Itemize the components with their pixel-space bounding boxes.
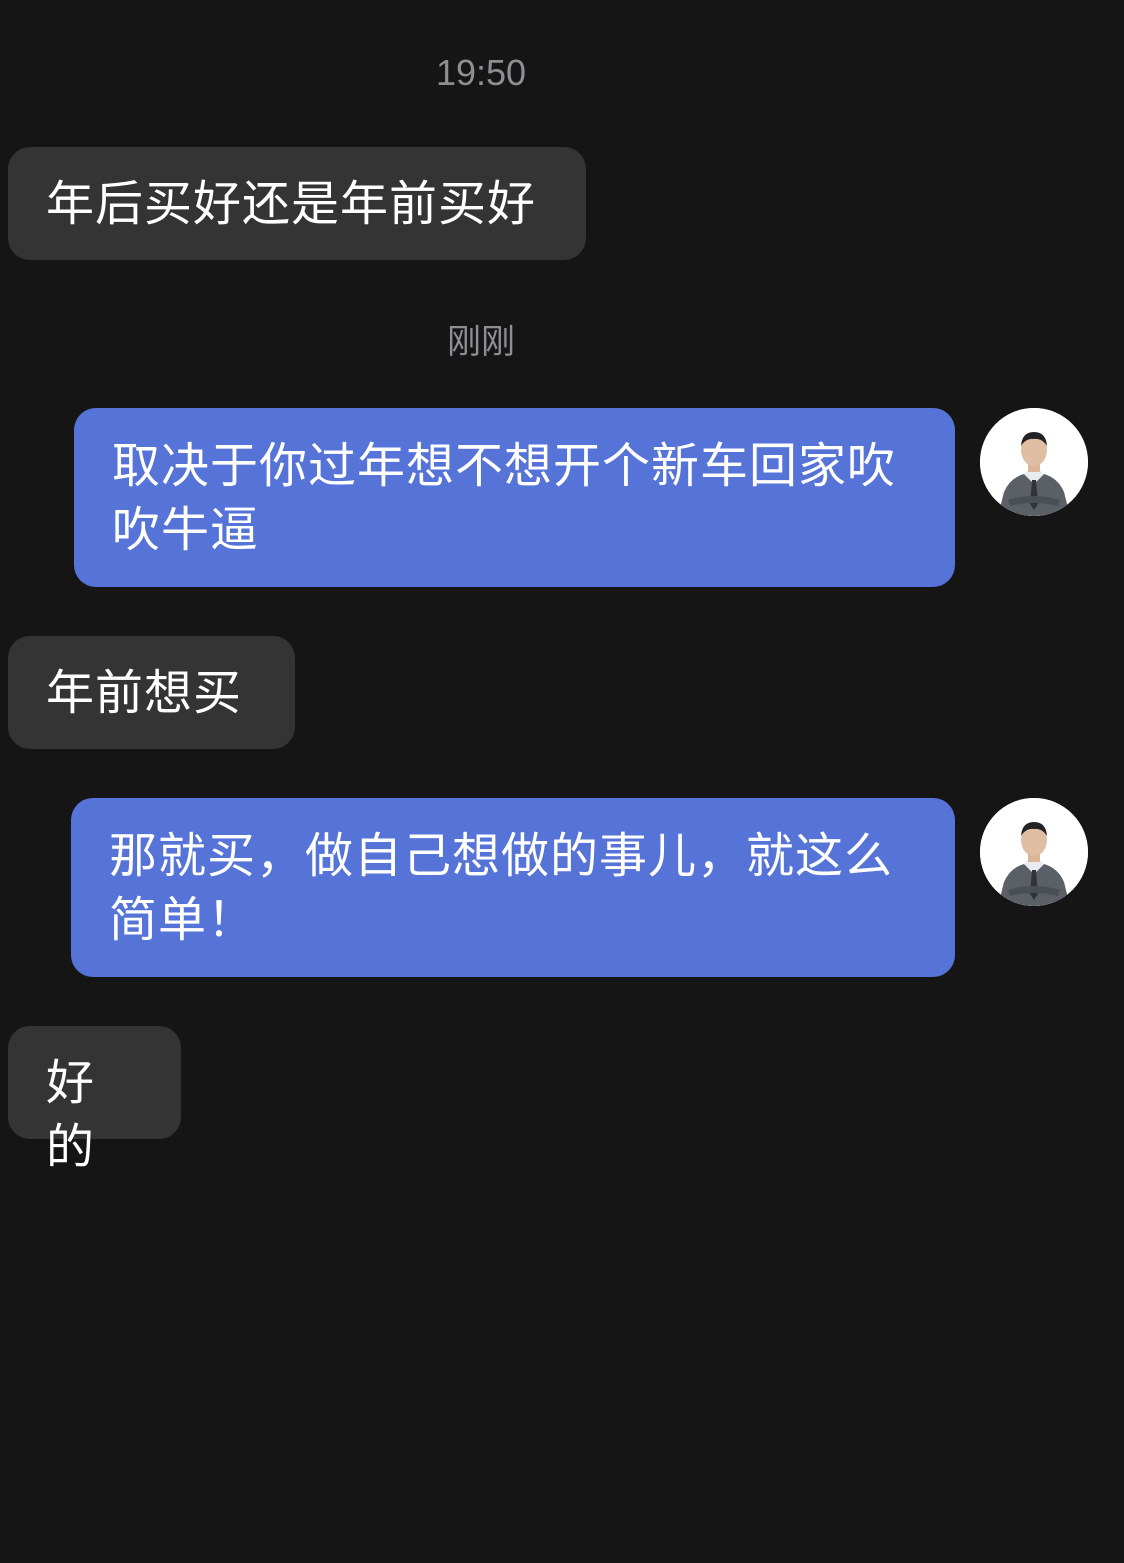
incoming-message-bubble[interactable]: 年前想买	[8, 636, 295, 749]
outgoing-message-bubble[interactable]: 取决于你过年想不想开个新车回家吹吹牛逼	[74, 408, 955, 587]
incoming-message-bubble[interactable]: 年后买好还是年前买好	[8, 147, 586, 260]
incoming-message-bubble[interactable]: 好的	[8, 1026, 181, 1175]
timestamp: 刚刚	[447, 323, 515, 361]
outgoing-message-bubble[interactable]: 那就买，做自己想做的事儿，就这么简单！	[71, 798, 955, 977]
user-avatar-icon[interactable]	[980, 408, 1088, 516]
timestamp: 19:50	[435, 52, 527, 93]
user-avatar-icon[interactable]	[980, 798, 1088, 906]
